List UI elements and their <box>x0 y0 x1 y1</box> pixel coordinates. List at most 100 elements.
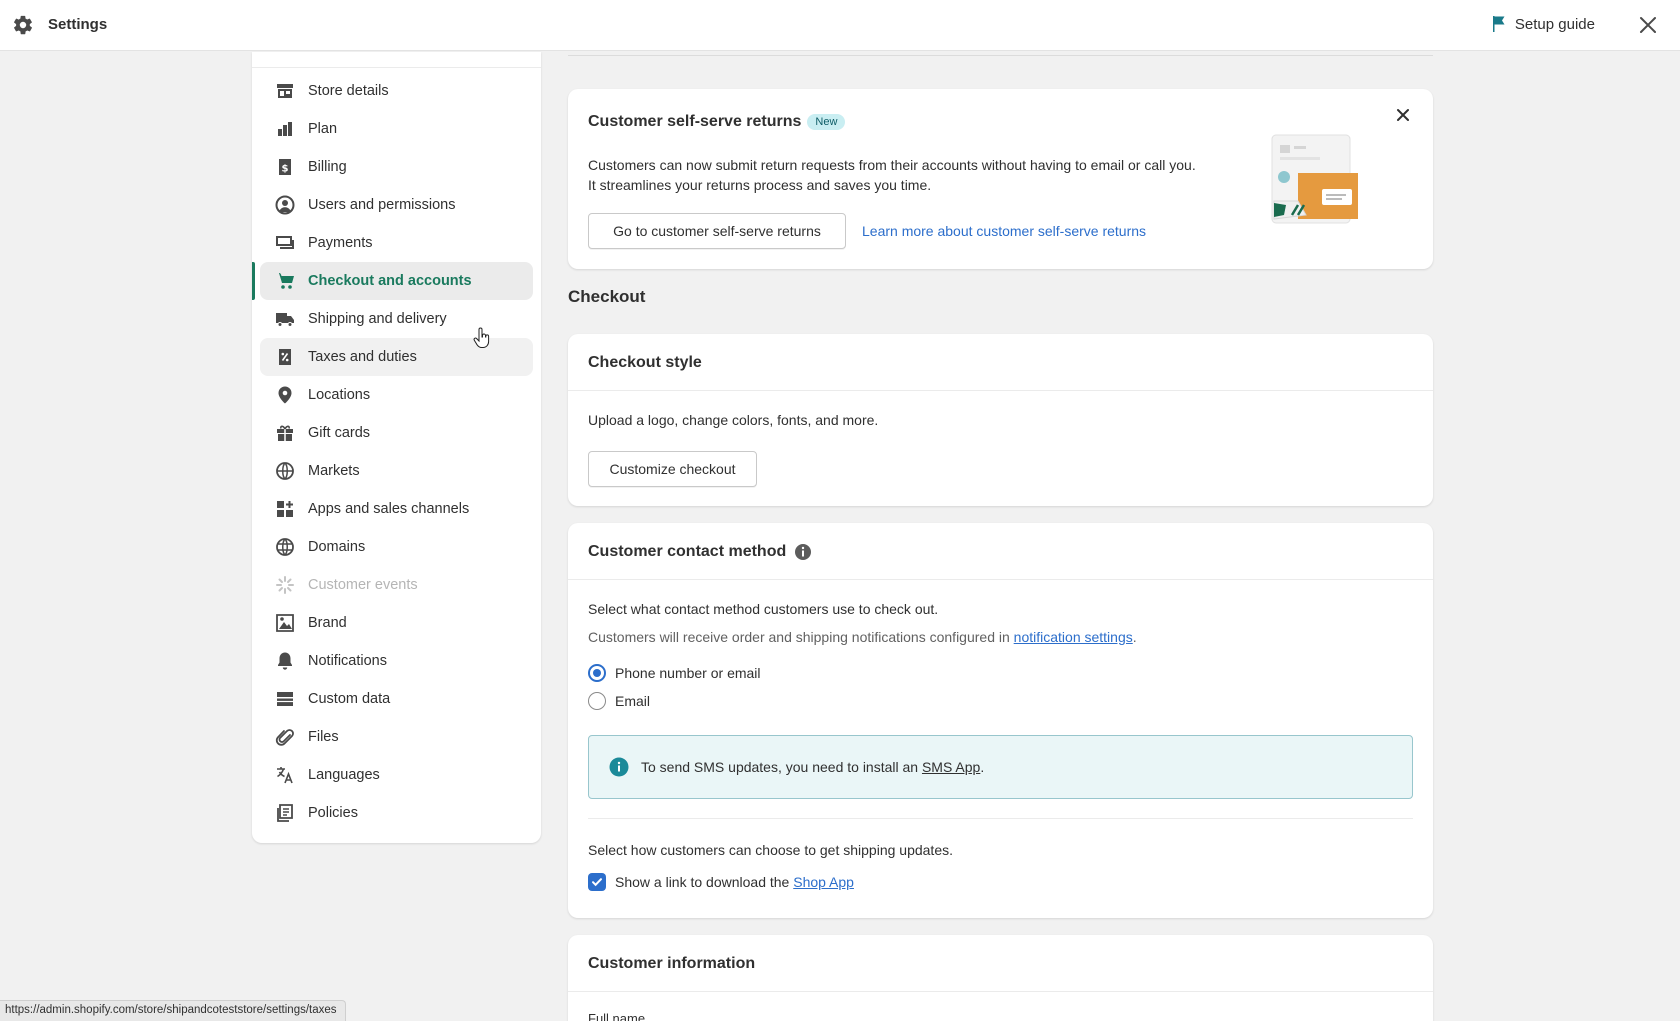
sidebar-item-label: Apps and sales channels <box>308 501 470 517</box>
checkbox-checked[interactable] <box>588 873 606 891</box>
apps-icon <box>275 499 295 519</box>
sidebar-item-plan[interactable]: Plan <box>260 110 533 148</box>
sidebar-item-notifications[interactable]: Notifications <box>260 642 533 680</box>
cart-icon <box>275 271 295 291</box>
self-serve-returns-banner: Customer self-serve returns New Customer… <box>568 89 1433 269</box>
sidebar-item-payments[interactable]: Payments <box>260 224 533 262</box>
browser-status-url: https://admin.shopify.com/store/shipandc… <box>0 1000 346 1021</box>
setup-guide-button[interactable]: Setup guide <box>1491 15 1595 33</box>
sidebar-item-users[interactable]: Users and permissions <box>260 186 533 224</box>
gift-icon <box>275 423 295 443</box>
truck-icon <box>275 309 295 329</box>
sms-banner-prefix: To send SMS updates, you need to install… <box>641 759 922 775</box>
checkout-section-title: Checkout <box>568 287 646 306</box>
payments-icon <box>275 233 295 253</box>
sidebar-divider <box>252 67 541 68</box>
sidebar-item-checkout[interactable]: Checkout and accounts <box>252 262 533 300</box>
globe-icon <box>275 461 295 481</box>
shop-app-checkbox-row[interactable]: Show a link to download the Shop App <box>588 873 854 891</box>
new-badge: New <box>807 114 846 130</box>
checkbox-label-text: Show a link to download the <box>615 874 794 890</box>
sidebar-item-files[interactable]: Files <box>260 718 533 756</box>
notification-settings-link[interactable]: notification settings <box>1014 629 1133 645</box>
sidebar-item-shipping[interactable]: Shipping and delivery <box>260 300 533 338</box>
sidebar-item-label: Markets <box>308 463 360 479</box>
dismiss-icon[interactable] <box>1393 105 1413 125</box>
sidebar-item-locations[interactable]: Locations <box>260 376 533 414</box>
sidebar-item-label: Billing <box>308 159 347 175</box>
sidebar-item-languages[interactable]: Languages <box>260 756 533 794</box>
sidebar-item-label: Store details <box>308 83 389 99</box>
settings-nav: Store details Plan $ Billing Users and p… <box>252 72 541 832</box>
sidebar-item-billing[interactable]: $ Billing <box>260 148 533 186</box>
top-divider <box>568 55 1433 56</box>
sidebar-item-markets[interactable]: Markets <box>260 452 533 490</box>
radio-phone-or-email[interactable]: Phone number or email <box>588 664 761 682</box>
learn-more-link[interactable]: Learn more about customer self-serve ret… <box>862 223 1146 239</box>
plan-icon <box>275 119 295 139</box>
card-divider <box>568 991 1433 992</box>
section-divider <box>588 818 1413 819</box>
card-divider <box>568 579 1433 580</box>
sidebar-item-taxes[interactable]: Taxes and duties <box>260 338 533 376</box>
returns-illustration <box>1271 134 1358 224</box>
billing-icon: $ <box>275 157 295 177</box>
sms-app-link[interactable]: SMS App <box>922 759 980 775</box>
contact-method-card: Customer contact method Select what cont… <box>568 523 1433 918</box>
sidebar-item-label: Custom data <box>308 691 391 707</box>
sms-banner-suffix: . <box>980 759 985 775</box>
radio-email[interactable]: Email <box>588 692 650 710</box>
promo-title-text: Customer self-serve returns <box>588 113 802 130</box>
bell-icon <box>275 651 295 671</box>
sidebar-item-label: Domains <box>308 539 366 555</box>
sidebar-item-label: Gift cards <box>308 425 371 441</box>
card-divider <box>568 390 1433 391</box>
sidebar-item-policies[interactable]: Policies <box>260 794 533 832</box>
contact-method-header: Customer contact method <box>588 543 812 561</box>
sidebar-item-label: Notifications <box>308 653 387 669</box>
location-icon <box>275 385 295 405</box>
sidebar-item-label: Locations <box>308 387 371 403</box>
sidebar-item-label: Brand <box>308 615 347 631</box>
checkbox-label: Show a link to download the Shop App <box>615 874 854 890</box>
sidebar-item-custom-data[interactable]: Custom data <box>260 680 533 718</box>
sidebar-item-label: Checkout and accounts <box>308 273 472 289</box>
sparkle-icon <box>275 575 295 595</box>
radio-button[interactable] <box>588 692 606 710</box>
promo-description: Customers can now submit return requests… <box>588 155 1238 195</box>
user-icon <box>275 195 295 215</box>
sidebar-item-label: Policies <box>308 805 358 821</box>
svg-text:$: $ <box>282 164 289 175</box>
sms-info-banner: To send SMS updates, you need to install… <box>588 735 1413 799</box>
sidebar-item-label: Shipping and delivery <box>308 311 447 327</box>
sidebar-item-label: Taxes and duties <box>308 349 417 365</box>
radio-label: Phone number or email <box>615 665 761 681</box>
sidebar-item-label: Customer events <box>308 577 418 593</box>
go-to-returns-button[interactable]: Go to customer self-serve returns <box>588 213 846 249</box>
notification-note-text: Customers will receive order and shippin… <box>588 629 1014 645</box>
customer-information-title: Customer information <box>588 955 756 972</box>
settings-sidebar: Store details Plan $ Billing Users and p… <box>252 52 541 843</box>
contact-method-instructions: Select what contact method customers use… <box>588 601 939 617</box>
sidebar-item-brand[interactable]: Brand <box>260 604 533 642</box>
sidebar-item-store-details[interactable]: Store details <box>260 72 533 110</box>
checkout-style-card: Checkout style Upload a logo, change col… <box>568 334 1433 506</box>
radio-button-selected[interactable] <box>588 664 606 682</box>
sidebar-item-gift-cards[interactable]: Gift cards <box>260 414 533 452</box>
top-bar: Settings Setup guide <box>0 0 1680 51</box>
sms-banner-text: To send SMS updates, you need to install… <box>641 759 984 775</box>
sidebar-item-domains[interactable]: Domains <box>260 528 533 566</box>
close-icon[interactable] <box>1636 13 1660 37</box>
radio-label: Email <box>615 693 651 709</box>
customize-checkout-button[interactable]: Customize checkout <box>588 451 757 487</box>
setup-guide-label: Setup guide <box>1514 15 1595 33</box>
flag-icon <box>1492 16 1505 32</box>
shipping-updates-instructions: Select how customers can choose to get s… <box>588 842 953 858</box>
sidebar-item-apps[interactable]: Apps and sales channels <box>260 490 533 528</box>
translate-icon <box>275 765 295 785</box>
sidebar-item-customer-events[interactable]: Customer events <box>260 566 533 604</box>
shop-app-link[interactable]: Shop App <box>793 874 854 890</box>
paperclip-icon <box>275 727 295 747</box>
contact-method-title: Customer contact method <box>588 543 787 560</box>
info-icon[interactable] <box>794 543 812 561</box>
